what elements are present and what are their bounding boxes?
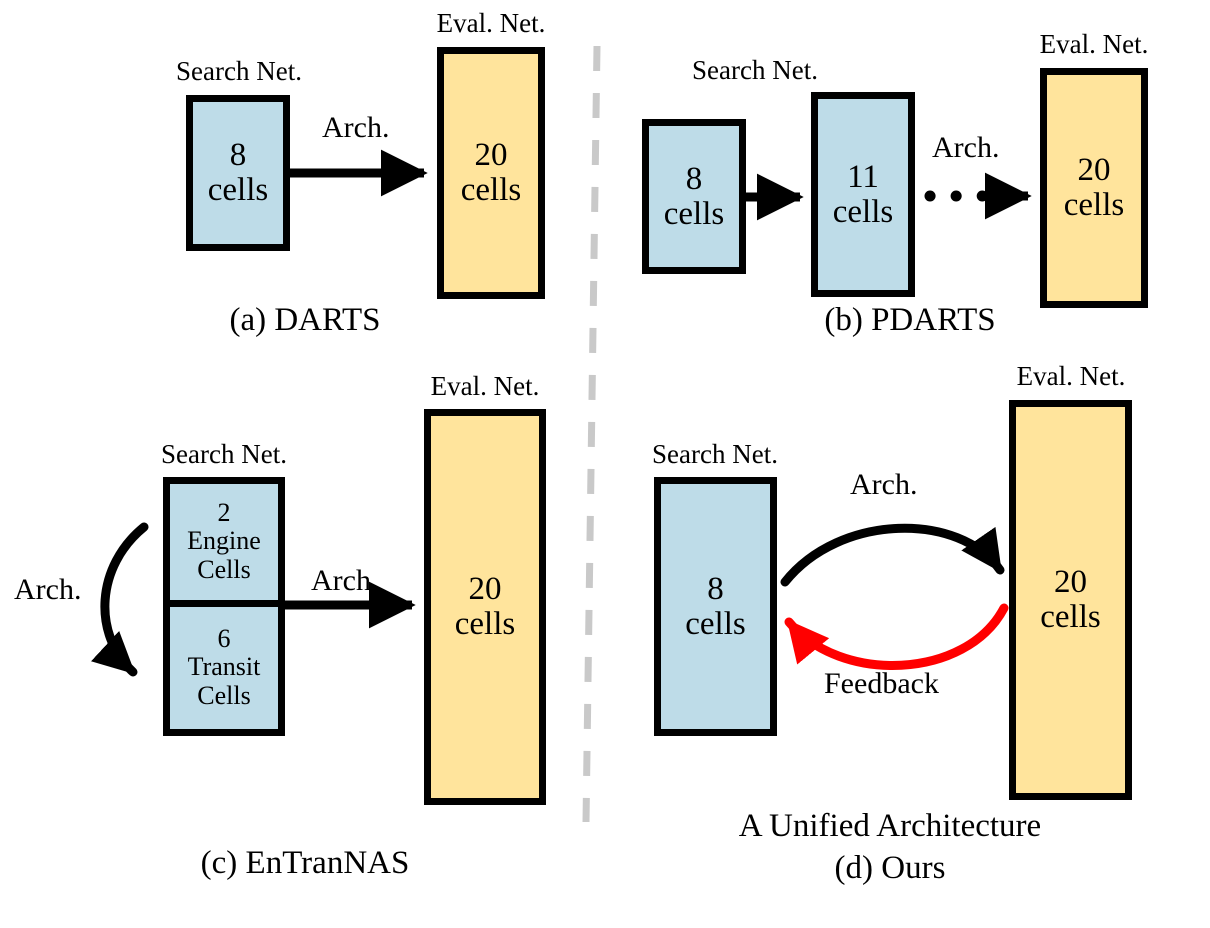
panel-c-eval-net-box: 20 cells <box>424 409 546 805</box>
panel-d-caption-line1: A Unified Architecture <box>738 808 1042 844</box>
panel-c-transit-line2: Transit <box>187 652 261 682</box>
panel-a-search-net-label: Search Net. <box>176 56 302 86</box>
panel-a-eval-unit: cells <box>460 172 522 208</box>
panel-c-arch-label-right: Arch. <box>311 564 379 597</box>
panel-d-search-net-label: Search Net. <box>652 439 778 469</box>
panel-b-search-2-unit: cells <box>832 193 894 230</box>
panel-c-eval-count: 20 <box>468 571 502 608</box>
panel-d-search-unit: cells <box>685 605 746 642</box>
panel-a-search-net-box: 8 cells <box>186 95 290 251</box>
panel-c-search-net-box: 2 Engine Cells 6 Transit Cells <box>163 477 285 736</box>
panel-c-engine-cells: 2 Engine Cells <box>170 484 278 607</box>
panel-c-eval-net-label: Eval. Net. <box>430 371 540 401</box>
panel-c-eval-unit: cells <box>454 606 516 642</box>
figure-root: Search Net. 8 cells Arch. Eval. Net. 20 … <box>0 0 1210 928</box>
panel-d-arch-label: Arch. <box>850 468 918 501</box>
panel-a-search-unit: cells <box>207 172 269 208</box>
arrow-c-curved-arch <box>91 522 149 677</box>
panel-b-search-net-box-2: 11 cells <box>811 92 915 297</box>
panel-d-eval-net-box: 20 cells <box>1009 400 1132 800</box>
arrow-d-feedback <box>784 603 1009 670</box>
panel-b-search-1-count: 8 <box>685 160 703 197</box>
panel-c-caption: (c) EnTranNAS <box>200 845 410 881</box>
panel-a-caption: (a) DARTS <box>229 302 381 338</box>
panel-a-eval-count: 20 <box>474 137 508 174</box>
panel-b-caption: (b) PDARTS <box>824 302 996 338</box>
panel-c-arch-label-left: Arch. <box>14 573 82 606</box>
panel-c-transit-cells: 6 Transit Cells <box>170 607 278 730</box>
panel-c-search-net-label: Search Net. <box>161 439 287 469</box>
panel-c-transit-line3: Cells <box>197 681 251 711</box>
panel-b-eval-unit: cells <box>1063 187 1125 223</box>
arrow-d-arch <box>780 523 1005 587</box>
panel-b-search-net-box-1: 8 cells <box>642 119 746 274</box>
panel-d-eval-count: 20 <box>1054 564 1087 601</box>
panel-d-eval-unit: cells <box>1040 599 1101 635</box>
panel-c-engine-line2: Engine <box>187 526 261 556</box>
panel-c-engine-count: 2 <box>217 497 231 527</box>
panel-d-eval-net-label: Eval. Net. <box>1016 361 1126 391</box>
panel-b-eval-count: 20 <box>1077 152 1111 189</box>
panel-d-search-count: 8 <box>707 570 724 607</box>
panel-b-eval-net-box: 20 cells <box>1040 68 1148 308</box>
panel-d-caption-line2: (d) Ours <box>834 850 946 886</box>
panel-divider <box>582 45 601 823</box>
panel-b-eval-net-label: Eval. Net. <box>1039 29 1149 59</box>
panel-b-search-1-unit: cells <box>663 195 725 232</box>
panel-b-search-2-count: 11 <box>847 158 879 195</box>
panel-a-eval-net-label: Eval. Net. <box>436 8 546 38</box>
panel-b-search-net-label: Search Net. <box>692 55 818 85</box>
panel-d-search-net-box: 8 cells <box>654 477 777 736</box>
panel-c-transit-count: 6 <box>217 623 231 653</box>
panel-a-arch-label: Arch. <box>322 111 390 144</box>
panel-a-search-count: 8 <box>229 137 247 174</box>
panel-a-eval-net-box: 20 cells <box>437 47 545 299</box>
panel-c-engine-line3: Cells <box>197 555 251 585</box>
panel-d-feedback-label: Feedback <box>824 667 939 700</box>
panel-b-arch-label: Arch. <box>932 131 1000 164</box>
